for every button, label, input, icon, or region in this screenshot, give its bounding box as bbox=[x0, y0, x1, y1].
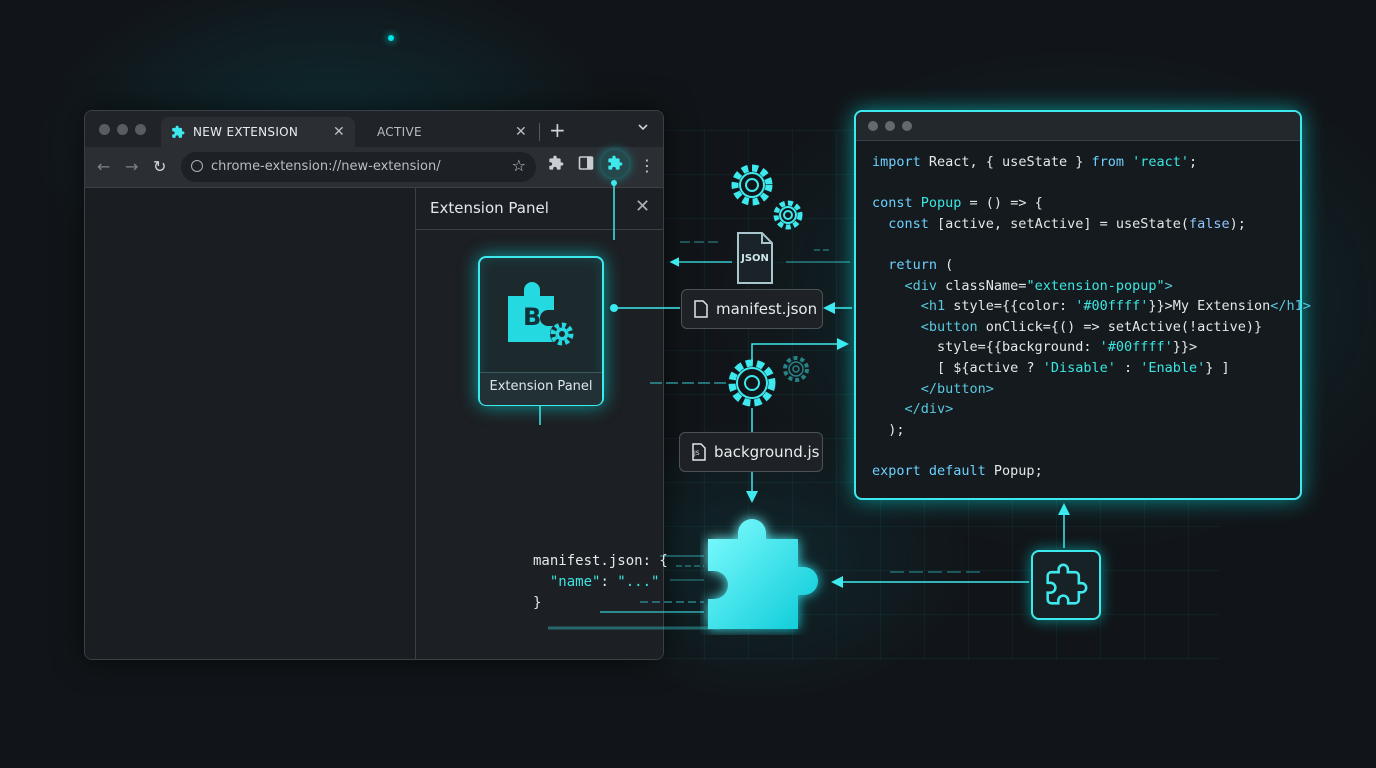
background-js-label: background.js bbox=[714, 443, 820, 461]
manifest-snippet: manifest.json: { "name": "..." } bbox=[533, 553, 668, 611]
editor-minimize-dot[interactable] bbox=[885, 121, 895, 131]
code-editor-window: import React, { useState } from 'react';… bbox=[854, 110, 1311, 500]
glowing-puzzle-icon bbox=[708, 519, 818, 629]
editor-maximize-dot[interactable] bbox=[902, 121, 912, 131]
editor-title-bar bbox=[856, 112, 1300, 141]
editor-close-dot[interactable] bbox=[868, 121, 878, 131]
extension-card-footer: Extension Panel bbox=[480, 372, 602, 405]
background-js-chip[interactable]: JS background.js bbox=[679, 432, 823, 472]
json-file-icon: JSON bbox=[736, 231, 774, 285]
file-icon bbox=[694, 300, 708, 318]
json-file-label: JSON bbox=[741, 253, 769, 264]
extension-card[interactable]: B Extension Panel bbox=[478, 256, 604, 406]
manifest-json-label: manifest.json bbox=[716, 300, 818, 318]
puzzle-outline-icon bbox=[1046, 563, 1088, 605]
code-content[interactable]: import React, { useState } from 'react';… bbox=[872, 152, 1311, 482]
svg-text:B: B bbox=[523, 303, 541, 331]
extension-module-box[interactable] bbox=[1031, 550, 1101, 620]
js-file-icon: JS bbox=[692, 443, 706, 461]
extension-card-label: Extension Panel bbox=[489, 379, 593, 394]
manifest-json-chip[interactable]: manifest.json bbox=[681, 289, 823, 329]
extension-puzzle-gear-icon: B bbox=[508, 282, 574, 346]
